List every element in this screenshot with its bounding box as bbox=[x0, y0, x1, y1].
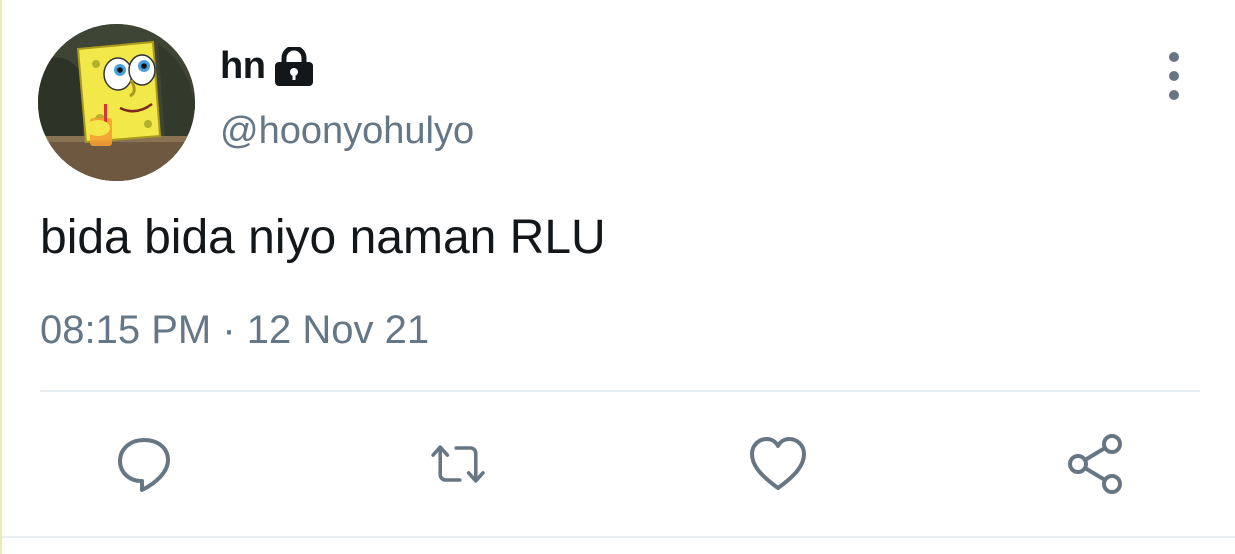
user-handle[interactable]: @hoonyohulyo bbox=[220, 110, 474, 153]
share-icon bbox=[1068, 434, 1122, 494]
menu-dot bbox=[1169, 71, 1179, 81]
display-name-row[interactable]: hn bbox=[220, 42, 315, 90]
menu-dot bbox=[1169, 90, 1179, 100]
retweet-button[interactable] bbox=[426, 432, 490, 496]
lock-icon bbox=[273, 45, 315, 87]
heart-icon bbox=[750, 437, 806, 490]
tweet-text: bida bida niyo naman RLU bbox=[40, 211, 606, 264]
spongebob-avatar-image bbox=[38, 24, 195, 181]
reply-icon bbox=[118, 438, 170, 492]
more-vertical-icon[interactable] bbox=[1156, 52, 1192, 100]
menu-dot bbox=[1169, 52, 1179, 62]
tweet-timestamp[interactable]: 08:15 PM · 12 Nov 21 bbox=[40, 308, 429, 353]
retweet-icon bbox=[431, 445, 485, 483]
divider bbox=[40, 390, 1200, 392]
bottom-divider bbox=[2, 536, 1235, 538]
share-button[interactable] bbox=[1064, 432, 1128, 496]
tweet-detail: hn @hoonyohulyo bida bida niyo naman RLU… bbox=[0, 0, 1235, 554]
avatar[interactable] bbox=[38, 24, 195, 181]
display-name[interactable]: hn bbox=[220, 45, 266, 88]
like-button[interactable] bbox=[746, 432, 810, 496]
reply-button[interactable] bbox=[112, 432, 176, 496]
